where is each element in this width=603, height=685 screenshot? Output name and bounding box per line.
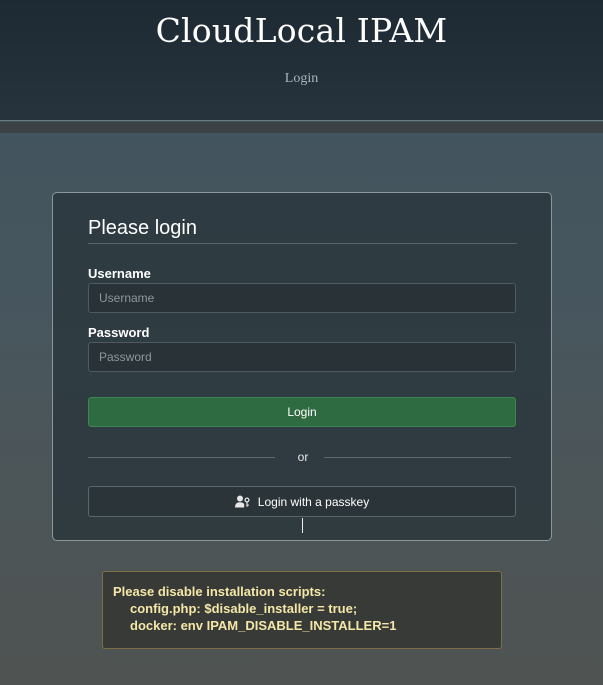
text-cursor bbox=[302, 518, 303, 533]
warning-title: Please disable installation scripts: bbox=[113, 584, 326, 599]
password-input[interactable] bbox=[88, 342, 516, 372]
or-divider-left bbox=[88, 457, 275, 458]
user-key-icon bbox=[234, 495, 250, 508]
login-button[interactable]: Login bbox=[88, 397, 516, 427]
password-label: Password bbox=[88, 325, 150, 340]
username-label: Username bbox=[88, 266, 151, 281]
passkey-button-label: Login with a passkey bbox=[257, 494, 370, 509]
or-divider-right bbox=[324, 457, 511, 458]
username-input[interactable] bbox=[88, 283, 516, 313]
page-header: CloudLocal IPAM Login bbox=[0, 0, 603, 121]
warning-config-line: config.php: $disable_installer = true; bbox=[130, 601, 358, 616]
passkey-login-button[interactable]: Login with a passkey bbox=[88, 486, 516, 517]
header-divider bbox=[0, 122, 603, 133]
warning-docker-line: docker: env IPAM_DISABLE_INSTALLER=1 bbox=[130, 618, 397, 633]
login-card: Please login Username Password Login or … bbox=[52, 192, 552, 541]
page-subtitle: Login bbox=[284, 71, 319, 86]
login-heading: Please login bbox=[88, 217, 197, 239]
installer-warning: Please disable installation scripts: con… bbox=[102, 571, 502, 649]
or-separator: or bbox=[297, 450, 309, 464]
app-title: CloudLocal IPAM bbox=[155, 11, 448, 50]
heading-divider bbox=[88, 243, 517, 244]
